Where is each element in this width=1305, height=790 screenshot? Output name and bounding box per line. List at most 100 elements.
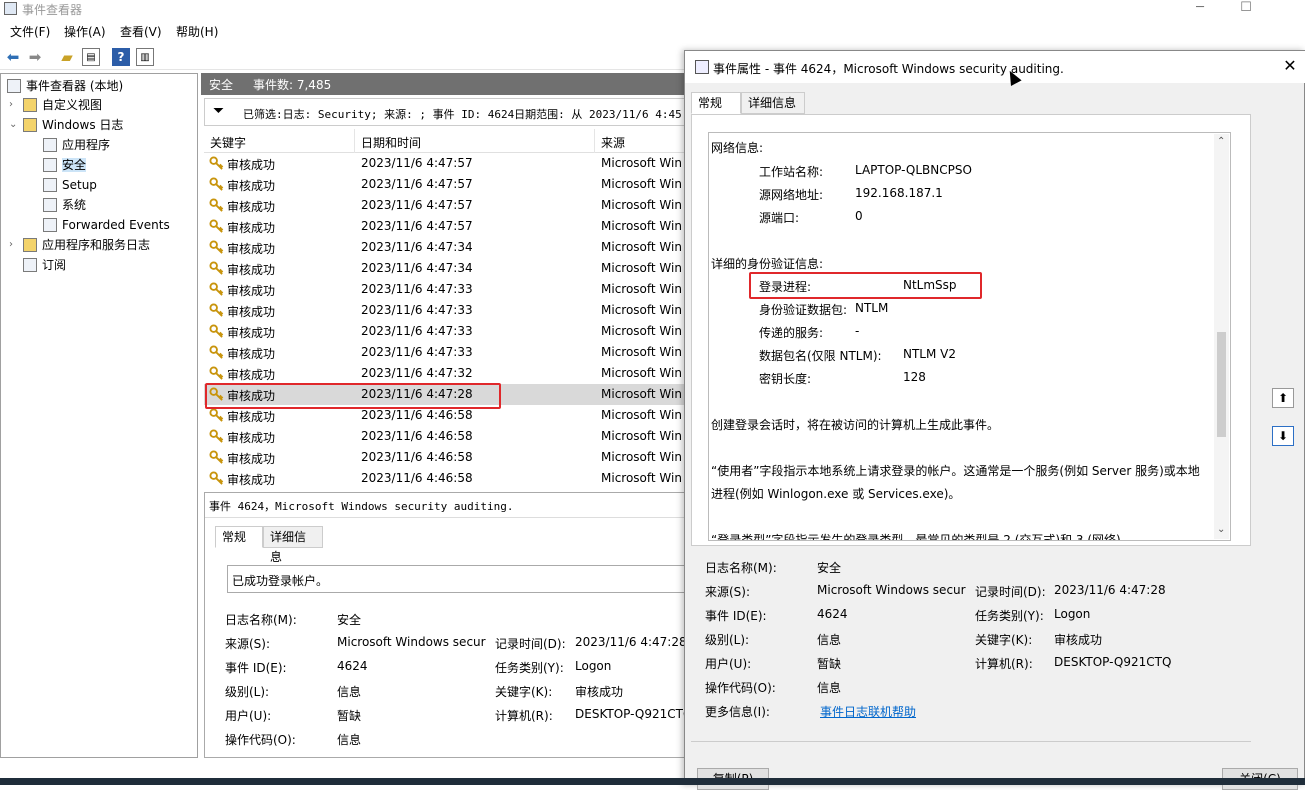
cell-source: Microsoft Win <box>601 282 682 296</box>
dialog-tab-general[interactable]: 常规 <box>691 92 741 114</box>
tab-general[interactable]: 常规 <box>215 526 263 548</box>
tree-security-log[interactable]: 安全 <box>43 155 87 175</box>
table-row[interactable]: 审核成功 2023/11/6 4:46:58 Microsoft Win <box>204 447 688 468</box>
event-viewer-app-icon <box>4 2 17 15</box>
src-addr-value: 192.168.187.1 <box>855 186 943 200</box>
table-row[interactable]: 审核成功 2023/11/6 4:47:57 Microsoft Win <box>204 174 688 195</box>
window-title-bar: 事件查看器 ─ ☐ <box>0 0 1305 18</box>
key-icon <box>209 156 224 170</box>
show-action-pane-icon[interactable]: ▥ <box>136 48 154 66</box>
dlg-label-logged: 记录时间(D): <box>975 585 1046 599</box>
tree-app-services-logs[interactable]: 应用程序和服务日志 <box>23 235 150 255</box>
table-row[interactable]: 审核成功 2023/11/6 4:47:33 Microsoft Win <box>204 321 688 342</box>
dialog-tab-details[interactable]: 详细信息 <box>741 92 805 114</box>
menu-bar: 文件(F) 操作(A) 查看(V) 帮助(H) <box>0 21 1305 41</box>
tree-custom-views[interactable]: 自定义视图 <box>23 95 102 115</box>
tree-forwarded-events[interactable]: Forwarded Events <box>43 215 170 235</box>
dlg-label-level: 级别(L): <box>705 633 750 647</box>
menu-action[interactable]: 操作(A) <box>64 23 106 40</box>
network-info-heading: 网络信息: <box>711 141 764 155</box>
dlg-value-log-name: 安全 <box>817 561 842 575</box>
filter-text: 已筛选:日志: Security; 来源: ; 事件 ID: 4624日期范围:… <box>243 108 688 121</box>
message-box: 已成功登录帐户。 <box>227 565 687 593</box>
menu-view[interactable]: 查看(V) <box>120 23 162 40</box>
table-row[interactable]: 审核成功 2023/11/6 4:47:34 Microsoft Win <box>204 237 688 258</box>
expand-chevron-icon[interactable]: › <box>9 239 13 250</box>
previous-event-arrow-icon[interactable]: ⬆ <box>1272 388 1294 408</box>
key-len-value: 128 <box>903 370 926 384</box>
cell-source: Microsoft Win <box>601 324 682 338</box>
key-icon <box>209 345 224 359</box>
folder-up-icon[interactable]: ▰ <box>58 48 76 66</box>
table-row[interactable]: 审核成功 2023/11/6 4:47:57 Microsoft Win <box>204 195 688 216</box>
column-datetime[interactable]: 日期和时间 <box>361 134 421 151</box>
tree-setup-log[interactable]: Setup <box>43 175 97 195</box>
tab-details[interactable]: 详细信息 <box>263 526 323 564</box>
dlg-label-event-id: 事件 ID(E): <box>705 609 767 623</box>
table-row[interactable]: 审核成功 2023/11/6 4:46:58 Microsoft Win <box>204 426 688 447</box>
cell-datetime: 2023/11/6 4:47:57 <box>361 219 473 233</box>
menu-file[interactable]: 文件(F) <box>10 23 50 40</box>
dlg-value-opcode: 信息 <box>817 681 842 695</box>
dlg-label-user: 用户(U): <box>705 657 752 671</box>
value-computer: DESKTOP-Q921CTQ <box>575 707 685 721</box>
table-row[interactable]: 审核成功 2023/11/6 4:46:58 Microsoft Win <box>204 468 688 489</box>
table-row[interactable]: 审核成功 2023/11/6 4:47:34 Microsoft Win <box>204 258 688 279</box>
cell-keyword: 审核成功 <box>227 431 276 445</box>
show-hide-tree-icon[interactable]: ▤ <box>82 48 100 66</box>
tree-system-log[interactable]: 系统 <box>43 195 86 215</box>
cell-datetime: 2023/11/6 4:46:58 <box>361 450 473 464</box>
label-source: 来源(S): <box>225 637 271 651</box>
table-row[interactable]: 审核成功 2023/11/6 4:47:32 Microsoft Win <box>204 363 688 384</box>
tree-app-log[interactable]: 应用程序 <box>43 135 110 155</box>
value-keywords: 审核成功 <box>575 685 624 699</box>
label-log-name: 日志名称(M): <box>225 613 297 627</box>
scroll-up-chevron-icon[interactable]: ⌃ <box>1217 136 1225 147</box>
column-source[interactable]: 来源 <box>601 134 625 151</box>
maximize-button[interactable]: ☐ <box>1223 0 1269 18</box>
cell-keyword: 审核成功 <box>227 410 276 424</box>
tree-windows-logs[interactable]: Windows 日志 <box>23 115 123 135</box>
tree-subscriptions[interactable]: 订阅 <box>23 255 66 275</box>
key-icon <box>209 366 224 380</box>
table-row[interactable]: 审核成功 2023/11/6 4:47:57 Microsoft Win <box>204 153 688 174</box>
scrollbar-thumb[interactable] <box>1217 332 1226 437</box>
event-description-box[interactable]: 网络信息: 工作站名称: LAPTOP-QLBNCPSO 源网络地址: 192.… <box>708 132 1231 541</box>
forward-arrow-icon[interactable]: ➡ <box>26 48 44 66</box>
event-viewer-icon <box>7 79 21 93</box>
scroll-down-chevron-icon[interactable]: ⌄ <box>1217 524 1225 535</box>
cell-datetime: 2023/11/6 4:47:33 <box>361 303 473 317</box>
help-icon[interactable]: ? <box>112 48 130 66</box>
column-keywords[interactable]: 关键字 <box>210 134 246 151</box>
log-icon <box>43 198 57 212</box>
preview-title: 事件 4624，Microsoft Windows security audit… <box>209 500 514 513</box>
next-event-arrow-icon[interactable]: ⬇ <box>1272 426 1294 446</box>
filter-funnel-icon: ⏷ <box>213 103 225 119</box>
event-properties-dialog: 事件属性 - 事件 4624，Microsoft Windows securit… <box>684 50 1305 790</box>
collapse-chevron-icon[interactable]: ⌄ <box>9 119 17 130</box>
online-help-link[interactable]: 事件日志联机帮助 <box>820 703 916 720</box>
log-name: 安全 <box>209 78 234 92</box>
cell-keyword: 审核成功 <box>227 221 276 235</box>
log-icon <box>43 218 57 232</box>
dlg-label-log-name: 日志名称(M): <box>705 561 777 575</box>
table-row[interactable]: 审核成功 2023/11/6 4:47:33 Microsoft Win <box>204 300 688 321</box>
expand-chevron-icon[interactable]: › <box>9 99 13 110</box>
cell-source: Microsoft Win <box>601 177 682 191</box>
cell-keyword: 审核成功 <box>227 200 276 214</box>
key-icon <box>209 261 224 275</box>
table-row[interactable]: 审核成功 2023/11/6 4:47:33 Microsoft Win <box>204 342 688 363</box>
menu-help[interactable]: 帮助(H) <box>176 23 218 40</box>
tree-root[interactable]: 事件查看器 (本地) <box>7 76 123 96</box>
back-arrow-icon[interactable]: ⬅ <box>4 48 22 66</box>
table-row[interactable]: 审核成功 2023/11/6 4:47:57 Microsoft Win <box>204 216 688 237</box>
table-row[interactable]: 审核成功 2023/11/6 4:47:33 Microsoft Win <box>204 279 688 300</box>
description-scrollbar[interactable]: ⌃ ⌄ <box>1214 134 1229 539</box>
key-icon <box>209 324 224 338</box>
filter-bar: ⏷ 已筛选:日志: Security; 来源: ; 事件 ID: 4624日期范… <box>204 98 688 126</box>
minimize-button[interactable]: ─ <box>1177 0 1223 18</box>
src-port-value: 0 <box>855 209 863 223</box>
dialog-close-icon[interactable]: ✕ <box>1280 56 1300 76</box>
cell-datetime: 2023/11/6 4:47:34 <box>361 261 473 275</box>
folder-icon <box>23 238 37 252</box>
